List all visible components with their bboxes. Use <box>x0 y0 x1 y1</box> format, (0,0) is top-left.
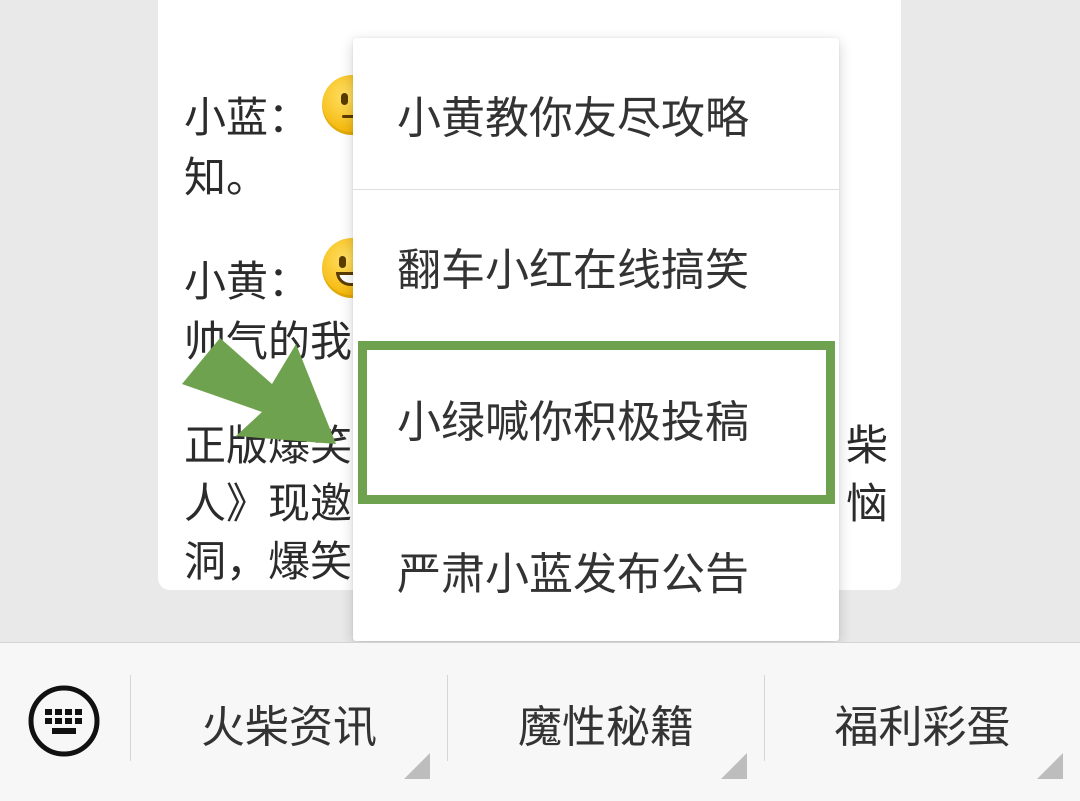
message-line: 知。 <box>184 153 269 202</box>
submenu-indicator-icon <box>404 753 430 779</box>
message-line: 小黄： <box>184 257 311 306</box>
menu-item-submit-contribution[interactable]: 小绿喊你积极投稿 <box>353 342 839 493</box>
message-line: 小蓝： <box>184 93 311 142</box>
menu-tab-magic-tips[interactable]: 魔性秘籍 <box>448 643 764 801</box>
message-line: 正版爆笑 <box>184 421 353 470</box>
message-fragment: 恼 <box>846 479 889 528</box>
message-line: 洞，爆笑 <box>184 537 353 586</box>
message-line: 人》现邀 <box>184 479 353 528</box>
keyboard-toggle-button[interactable] <box>26 683 102 759</box>
menu-item-announcements[interactable]: 严肃小蓝发布公告 <box>353 494 839 645</box>
submenu-indicator-icon <box>721 753 747 779</box>
submenu-indicator-icon <box>1037 753 1063 779</box>
keyboard-icon <box>28 685 100 757</box>
bottom-menu-bar: 火柴资讯 魔性秘籍 福利彩蛋 <box>0 642 1080 801</box>
menu-item-friendship-guide[interactable]: 小黄教你友尽攻略 <box>353 38 839 189</box>
message-fragment: 柴 <box>846 421 889 470</box>
menu-item-funny-fails[interactable]: 翻车小红在线搞笑 <box>353 190 839 341</box>
message-line: 帅气的我 <box>184 317 353 366</box>
chat-screen: 小蓝： 知。 小黄： 帅气的我 正版爆笑 人》现邀 洞，爆笑 柴 恼 小黄教你友… <box>0 0 1080 801</box>
menu-tab-bonus-eggs[interactable]: 福利彩蛋 <box>765 643 1080 801</box>
popup-submenu: 小黄教你友尽攻略 翻车小红在线搞笑 小绿喊你积极投稿 严肃小蓝发布公告 <box>353 38 839 641</box>
menu-tab-match-news[interactable]: 火柴资讯 <box>131 643 447 801</box>
